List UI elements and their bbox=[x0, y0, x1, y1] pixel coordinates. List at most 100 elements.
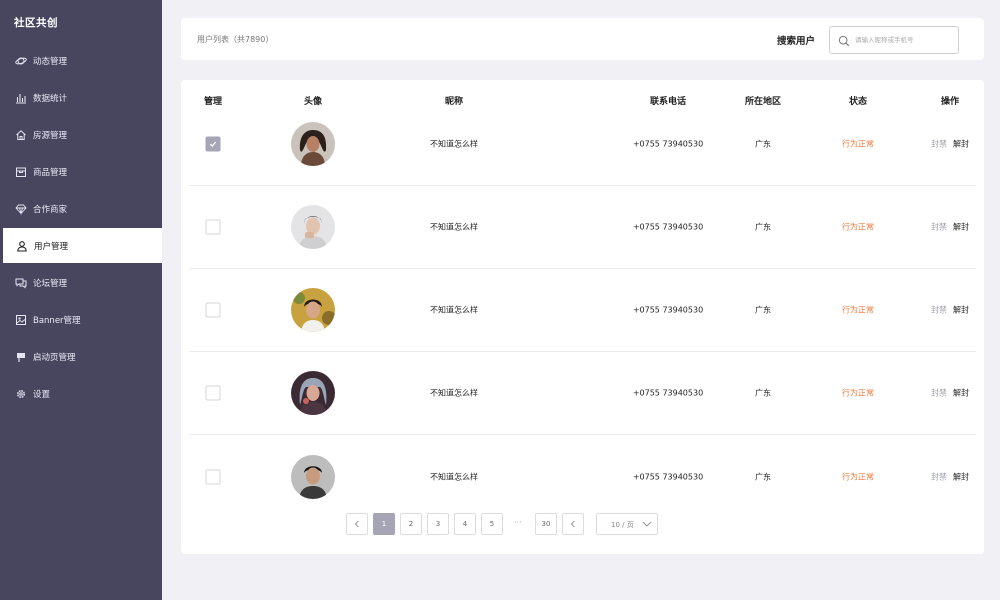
search-input[interactable] bbox=[855, 32, 955, 48]
sidebar-item-label: 合作商家 bbox=[33, 204, 68, 215]
avatar bbox=[291, 288, 335, 332]
sidebar: 社区共创 动态管理 数据统计 房源管理 商品管理 合作商家 用户管理 论坛管理 … bbox=[0, 0, 162, 600]
avatar bbox=[291, 122, 335, 166]
ban-button[interactable]: 封禁 bbox=[931, 389, 947, 398]
page-button[interactable]: 1 bbox=[373, 513, 395, 535]
search-icon bbox=[838, 35, 850, 47]
page-button-last[interactable]: 30 bbox=[535, 513, 557, 535]
nickname: 不知道怎么样 bbox=[430, 139, 478, 149]
row-actions: 封禁 解封 bbox=[931, 139, 969, 150]
row-checkbox[interactable] bbox=[205, 302, 221, 318]
sidebar-item-banner[interactable]: Banner管理 bbox=[0, 301, 162, 338]
status-text: 行为正常 bbox=[842, 222, 874, 232]
sidebar-item-partners[interactable]: 合作商家 bbox=[0, 190, 162, 227]
row-checkbox[interactable] bbox=[205, 219, 221, 235]
user-table: 管理 头像 昵称 联系电话 所在地区 状态 操作 不知道怎么样 +0755 73… bbox=[181, 80, 984, 554]
sidebar-item-forum[interactable]: 论坛管理 bbox=[0, 264, 162, 301]
nickname: 不知道怎么样 bbox=[430, 305, 478, 315]
row-checkbox[interactable] bbox=[205, 136, 221, 152]
sidebar-item-products[interactable]: 商品管理 bbox=[0, 153, 162, 190]
sidebar-item-label: 论坛管理 bbox=[33, 278, 68, 289]
avatar bbox=[291, 205, 335, 249]
box-icon bbox=[15, 166, 27, 178]
page-button[interactable]: 5 bbox=[481, 513, 503, 535]
ban-button[interactable]: 封禁 bbox=[931, 223, 947, 232]
sidebar-item-dynamics[interactable]: 动态管理 bbox=[0, 42, 162, 79]
unban-button[interactable]: 解封 bbox=[953, 306, 969, 315]
sidebar-item-label: 设置 bbox=[33, 389, 51, 400]
status-text: 行为正常 bbox=[842, 472, 874, 481]
flag-icon bbox=[15, 351, 27, 363]
region: 广东 bbox=[755, 305, 771, 315]
chevron-left-icon bbox=[354, 520, 359, 528]
list-header: 用户列表（共7890） 搜索用户 bbox=[181, 18, 984, 60]
table-row: 不知道怎么样 +0755 73940530 广东 行为正常 封禁 解封 bbox=[189, 435, 976, 518]
region: 广东 bbox=[755, 222, 771, 232]
sidebar-nav: 动态管理 数据统计 房源管理 商品管理 合作商家 用户管理 论坛管理 Banne… bbox=[0, 42, 162, 412]
table-row: 不知道怎么样 +0755 73940530 广东 行为正常 封禁 解封 bbox=[189, 269, 976, 352]
sidebar-item-label: Banner管理 bbox=[33, 315, 81, 326]
status-text: 行为正常 bbox=[842, 388, 874, 398]
sidebar-item-label: 数据统计 bbox=[33, 93, 68, 104]
sidebar-item-statistics[interactable]: 数据统计 bbox=[0, 79, 162, 116]
table-row: 不知道怎么样 +0755 73940530 广东 行为正常 封禁 解封 bbox=[189, 186, 976, 269]
bar-chart-icon bbox=[15, 92, 27, 104]
app-title: 社区共创 bbox=[14, 17, 58, 29]
unban-button[interactable]: 解封 bbox=[953, 389, 969, 398]
sidebar-item-splash[interactable]: 启动页管理 bbox=[0, 338, 162, 375]
nickname: 不知道怎么样 bbox=[430, 472, 478, 481]
page-size-select[interactable]: 10 / 页 bbox=[596, 513, 658, 535]
row-actions: 封禁 解封 bbox=[931, 388, 969, 399]
page-title: 用户列表（共7890） bbox=[197, 35, 274, 44]
prev-page-button[interactable] bbox=[346, 513, 368, 535]
ban-button[interactable]: 封禁 bbox=[931, 306, 947, 315]
sidebar-item-settings[interactable]: 设置 bbox=[0, 375, 162, 412]
search-label: 搜索用户 bbox=[777, 36, 816, 47]
unban-button[interactable]: 解封 bbox=[953, 223, 969, 232]
sidebar-item-users[interactable]: 用户管理 bbox=[0, 228, 162, 263]
next-page-button[interactable] bbox=[562, 513, 584, 535]
chevron-left-icon bbox=[570, 520, 575, 528]
avatar bbox=[291, 371, 335, 415]
status-text: 行为正常 bbox=[842, 139, 874, 149]
ban-button[interactable]: 封禁 bbox=[931, 472, 947, 481]
region: 广东 bbox=[755, 472, 771, 481]
diamond-icon bbox=[15, 203, 27, 215]
row-actions: 封禁 解封 bbox=[931, 305, 969, 316]
planet-icon bbox=[15, 55, 27, 67]
pagination-ellipsis: ··· bbox=[514, 518, 522, 527]
region: 广东 bbox=[755, 139, 771, 149]
home-icon bbox=[15, 129, 27, 141]
user-icon bbox=[16, 240, 28, 252]
sidebar-item-housing[interactable]: 房源管理 bbox=[0, 116, 162, 153]
nickname: 不知道怎么样 bbox=[430, 222, 478, 232]
pagination: 1 2 3 4 5 ··· 30 10 / 页 bbox=[181, 513, 984, 535]
search-box[interactable] bbox=[829, 26, 959, 54]
page-button[interactable]: 3 bbox=[427, 513, 449, 535]
row-actions: 封禁 解封 bbox=[931, 222, 969, 233]
nickname: 不知道怎么样 bbox=[430, 388, 478, 398]
phone: +0755 73940530 bbox=[632, 388, 704, 398]
unban-button[interactable]: 解封 bbox=[953, 472, 969, 481]
page-button[interactable]: 4 bbox=[454, 513, 476, 535]
gear-icon bbox=[15, 388, 27, 400]
chevron-down-icon bbox=[642, 521, 652, 527]
page-button[interactable]: 2 bbox=[400, 513, 422, 535]
sidebar-item-label: 启动页管理 bbox=[33, 352, 76, 363]
row-checkbox[interactable] bbox=[205, 469, 221, 484]
status-text: 行为正常 bbox=[842, 305, 874, 315]
phone: +0755 73940530 bbox=[632, 222, 704, 232]
chat-icon bbox=[15, 277, 27, 289]
region: 广东 bbox=[755, 388, 771, 398]
sidebar-item-label: 房源管理 bbox=[33, 130, 68, 141]
sidebar-item-label: 动态管理 bbox=[33, 56, 68, 67]
sidebar-item-label: 商品管理 bbox=[33, 167, 68, 178]
image-icon bbox=[15, 314, 27, 326]
ban-button[interactable]: 封禁 bbox=[931, 140, 947, 149]
row-actions: 封禁 解封 bbox=[931, 471, 969, 482]
phone: +0755 73940530 bbox=[632, 472, 704, 481]
unban-button[interactable]: 解封 bbox=[953, 140, 969, 149]
page-size-value: 10 / 页 bbox=[611, 521, 634, 529]
row-checkbox[interactable] bbox=[205, 385, 221, 401]
check-icon bbox=[209, 141, 217, 147]
